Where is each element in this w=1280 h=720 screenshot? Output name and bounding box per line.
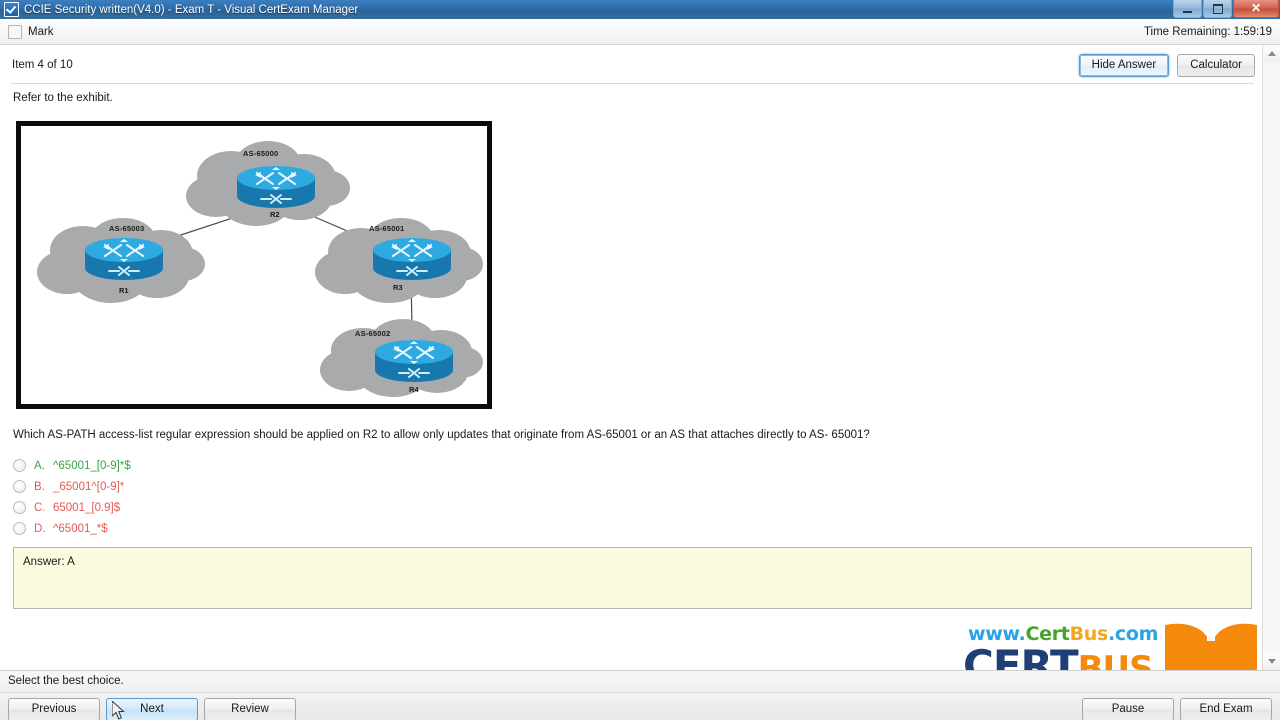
window-titlebar: CCIE Security written(V4.0) - Exam T - V… <box>0 0 1280 20</box>
status-text: Select the best choice. <box>8 675 124 687</box>
chevron-down-icon <box>1268 659 1276 664</box>
option-b[interactable]: B. _65001^[0-9]* <box>13 476 131 497</box>
option-a-letter: A. <box>34 459 45 472</box>
close-icon: ✕ <box>1250 1 1262 15</box>
previous-button[interactable]: Previous <box>8 698 100 720</box>
minimize-button[interactable] <box>1173 0 1202 18</box>
chevron-up-icon <box>1268 51 1276 56</box>
pause-button[interactable]: Pause <box>1082 698 1174 720</box>
option-d-letter: D. <box>34 522 46 535</box>
router-label-r1: R1 <box>119 286 129 295</box>
router-label-r4: R4 <box>409 385 419 394</box>
radio-d[interactable] <box>13 522 26 535</box>
mark-checkbox[interactable] <box>8 24 22 39</box>
exhibit-image: AS-65000 AS-65003 AS-65001 AS-65002 R2 R… <box>16 121 492 409</box>
window-title: CCIE Security written(V4.0) - Exam T - V… <box>24 3 359 16</box>
app-icon <box>4 2 19 17</box>
option-d-text: ^65001_*$ <box>53 522 108 535</box>
router-r4 <box>373 338 455 389</box>
option-b-letter: B. <box>34 480 45 493</box>
refer-text: Refer to the exhibit. <box>13 92 113 104</box>
navigation-buttons: Previous Next Review <box>8 698 296 720</box>
radio-b[interactable] <box>13 480 26 493</box>
item-counter: Item 4 of 10 <box>12 59 73 71</box>
question-text: Which AS-PATH access-list regular expres… <box>13 429 870 441</box>
router-label-r2: R2 <box>270 210 280 219</box>
vertical-scrollbar[interactable] <box>1262 45 1280 670</box>
router-label-r3: R3 <box>393 283 403 292</box>
next-button[interactable]: Next <box>106 698 198 720</box>
status-bar: Select the best choice. <box>0 670 1280 693</box>
option-c-text: 65001_[0.9]$ <box>53 501 121 514</box>
close-button[interactable]: ✕ <box>1233 0 1279 18</box>
router-r3 <box>371 236 453 287</box>
answer-options: A. ^65001_[0-9]*$ B. _65001^[0-9]* C. 65… <box>13 455 131 539</box>
exam-window: CCIE Security written(V4.0) - Exam T - V… <box>0 0 1280 720</box>
window-controls: ✕ <box>1173 0 1279 18</box>
review-button[interactable]: Review <box>204 698 296 720</box>
option-b-text: _65001^[0-9]* <box>53 480 125 493</box>
time-remaining: Time Remaining: 1:59:19 <box>1143 25 1272 38</box>
option-d[interactable]: D. ^65001_*$ <box>13 518 131 539</box>
radio-c[interactable] <box>13 501 26 514</box>
option-c[interactable]: C. 65001_[0.9]$ <box>13 497 131 518</box>
radio-a[interactable] <box>13 459 26 472</box>
as-label-65000: AS-65000 <box>243 149 279 158</box>
router-r2 <box>235 164 317 215</box>
maximize-button[interactable] <box>1203 0 1232 18</box>
answer-text: Answer: A <box>23 556 75 568</box>
mark-bar: Mark Time Remaining: 1:59:19 <box>0 19 1280 45</box>
answer-box: Answer: A <box>13 547 1252 609</box>
calculator-button[interactable]: Calculator <box>1177 54 1255 77</box>
question-pane: Item 4 of 10 Hide Answer Calculator Refe… <box>0 45 1280 693</box>
exam-control-buttons: Pause End Exam <box>1082 698 1272 720</box>
as-label-65003: AS-65003 <box>109 224 145 233</box>
as-label-65001: AS-65001 <box>369 224 405 233</box>
answer-toolbar: Hide Answer Calculator <box>1078 54 1255 77</box>
option-c-letter: C. <box>34 501 46 514</box>
end-exam-button[interactable]: End Exam <box>1180 698 1272 720</box>
maximize-icon <box>1213 4 1223 14</box>
router-r1 <box>83 236 165 287</box>
header-divider <box>11 83 1254 84</box>
minimize-icon <box>1183 11 1192 13</box>
scroll-up-button[interactable] <box>1263 45 1280 62</box>
option-a[interactable]: A. ^65001_[0-9]*$ <box>13 455 131 476</box>
scroll-down-button[interactable] <box>1263 653 1280 670</box>
mark-label: Mark <box>28 25 54 38</box>
bottom-toolbar: Previous Next Review Pause End Exam <box>0 692 1280 720</box>
as-label-65002: AS-65002 <box>355 329 391 338</box>
hide-answer-button[interactable]: Hide Answer <box>1078 54 1170 77</box>
option-a-text: ^65001_[0-9]*$ <box>53 459 131 472</box>
